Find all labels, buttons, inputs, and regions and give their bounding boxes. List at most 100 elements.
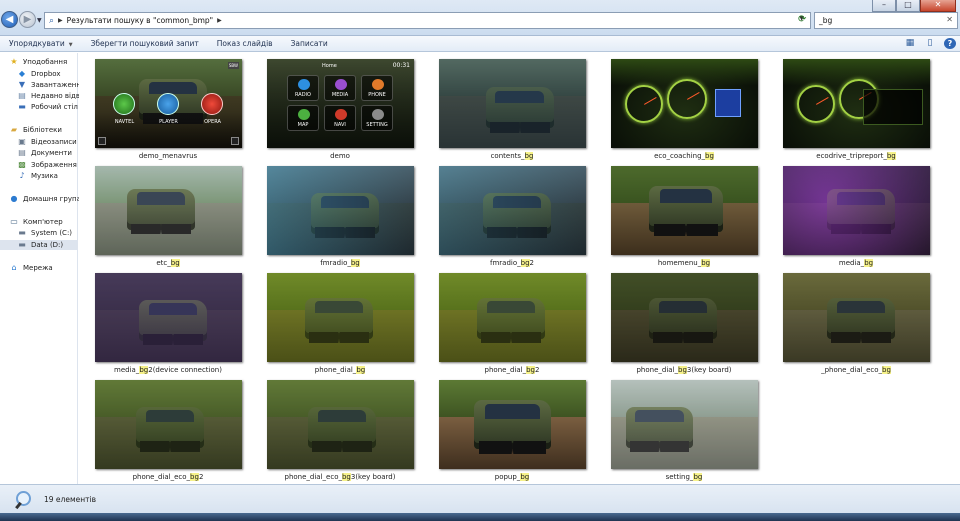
gauge-icon xyxy=(625,85,663,123)
search-value: _bg xyxy=(819,16,833,25)
file-name[interactable]: phone_dial_eco_bg2 xyxy=(83,473,253,481)
sidebar-item-music[interactable]: ♪ Музика xyxy=(17,171,58,181)
search-folder-icon: ⌕ xyxy=(49,15,55,26)
file-name[interactable]: phone_dial_eco_bg3(key board) xyxy=(255,473,425,481)
magnifier-icon xyxy=(14,490,32,508)
file-thumbnail[interactable]: NAVTEL PLAYER OPERA SBW xyxy=(95,59,242,148)
sidebar-item-documents[interactable]: ▤ Документи xyxy=(17,148,72,158)
file-list: NAVTEL PLAYER OPERA SBW demo_menavrus Ho… xyxy=(79,53,960,484)
file-thumbnail[interactable] xyxy=(611,273,758,362)
file-thumbnail[interactable] xyxy=(439,166,586,255)
address-toolbar: – □ ✕ ◀ ▶ ▼ ⌕ ▶ Результати пошуку в "com… xyxy=(0,0,960,36)
file-name[interactable]: fmradio_bg xyxy=(255,259,425,267)
file-thumbnail[interactable] xyxy=(611,59,758,148)
chevron-right-icon[interactable]: ▶ xyxy=(217,17,222,24)
file-thumbnail[interactable] xyxy=(95,273,242,362)
player-label: PLAYER xyxy=(159,119,178,125)
sidebar-item-dropbox[interactable]: ◆ Dropbox xyxy=(17,69,61,79)
item-count: 19 елементів xyxy=(44,494,96,504)
history-dropdown-icon[interactable]: ▼ xyxy=(37,17,42,24)
trip-report-panel xyxy=(863,89,923,125)
file-name[interactable]: phone_dial_bg3(key board) xyxy=(599,366,769,374)
gauge-icon xyxy=(667,79,707,119)
file-name[interactable]: setting_bg xyxy=(599,473,769,481)
network-icon: ⌂ xyxy=(11,263,17,272)
file-name[interactable]: etc_bg xyxy=(83,259,253,267)
details-pane: 19 елементів xyxy=(0,484,960,513)
sidebar-item-drive-c[interactable]: ▬ System (C:) xyxy=(17,228,72,238)
opera-icon xyxy=(201,93,223,115)
save-search-button[interactable]: Зберегти пошуковий запит xyxy=(82,39,208,48)
file-thumbnail[interactable] xyxy=(611,380,758,469)
file-thumbnail[interactable] xyxy=(783,59,930,148)
clear-search-icon[interactable]: ✕ xyxy=(946,15,953,24)
sidebar-item-homegroup[interactable]: ● Домашня група xyxy=(9,194,81,204)
file-thumbnail[interactable] xyxy=(95,166,242,255)
star-icon: ★ xyxy=(10,57,18,66)
display-panel xyxy=(715,89,741,117)
sidebar-item-videos[interactable]: ▣ Відеозаписи xyxy=(17,137,77,147)
radio-tile: RADIO xyxy=(287,75,319,101)
file-name[interactable]: media_bg xyxy=(771,259,941,267)
chevron-right-icon[interactable]: ▶ xyxy=(58,17,63,24)
gauge-icon xyxy=(797,85,835,123)
sidebar-item-network[interactable]: ⌂ Мережа xyxy=(9,263,52,273)
back-button[interactable]: ◀ xyxy=(1,11,18,28)
file-thumbnail[interactable] xyxy=(783,273,930,362)
file-name[interactable]: ecodrive_tripreport_bg xyxy=(771,152,941,160)
help-icon[interactable]: ? xyxy=(944,38,956,49)
minimize-button[interactable]: – xyxy=(872,0,896,12)
organize-button[interactable]: Упорядкувати ▼ xyxy=(0,39,82,48)
maximize-button[interactable]: □ xyxy=(896,0,920,12)
close-button[interactable]: ✕ xyxy=(920,0,956,12)
corner-label: SBW xyxy=(227,62,239,69)
address-bar[interactable]: ⌕ ▶ Результати пошуку в "common_bmp" ▶ ▼ xyxy=(44,12,811,29)
file-name[interactable]: media_bg2(device connection) xyxy=(83,366,253,374)
file-thumbnail[interactable] xyxy=(95,380,242,469)
file-thumbnail[interactable] xyxy=(611,166,758,255)
sidebar-item-downloads[interactable]: ▼ Завантаження xyxy=(17,80,85,90)
address-path[interactable]: Результати пошуку в "common_bmp" xyxy=(67,16,213,25)
sidebar-item-recent[interactable]: ▤ Недавно відві xyxy=(17,91,82,101)
sidebar-item-drive-d[interactable]: ▬ Data (D:) xyxy=(0,240,78,250)
refresh-icon[interactable]: ⟳ xyxy=(798,14,806,25)
burn-button[interactable]: Записати xyxy=(282,39,337,48)
sidebar-item-pictures[interactable]: ▩ Зображення xyxy=(17,160,77,170)
media-tile: MEDIA xyxy=(324,75,356,101)
file-name[interactable]: _phone_dial_eco_bg xyxy=(771,366,941,374)
player-icon xyxy=(157,93,179,115)
window-controls: – □ ✕ xyxy=(872,0,956,12)
home-label: Home xyxy=(322,63,337,69)
file-name[interactable]: demo_menavrus xyxy=(83,152,253,160)
file-thumbnail[interactable] xyxy=(439,380,586,469)
file-thumbnail[interactable] xyxy=(439,59,586,148)
computer-icon: ▭ xyxy=(10,217,18,226)
file-name[interactable]: phone_dial_bg2 xyxy=(427,366,597,374)
sidebar-item-libraries[interactable]: ▰ Бібліотеки xyxy=(9,125,62,135)
file-thumbnail[interactable]: Home 00:31 RADIO MEDIA PHONE MAP NAVI SE… xyxy=(267,59,414,148)
recent-places-icon: ▤ xyxy=(18,91,26,100)
slideshow-button[interactable]: Показ слайдів xyxy=(208,39,282,48)
video-icon: ▣ xyxy=(18,137,26,146)
file-thumbnail[interactable] xyxy=(783,166,930,255)
file-name[interactable]: eco_coaching_bg xyxy=(599,152,769,160)
search-input[interactable]: _bg ✕ xyxy=(814,12,958,29)
file-name[interactable]: contents_bg xyxy=(427,152,597,160)
file-name[interactable]: demo xyxy=(255,152,425,160)
file-name[interactable]: phone_dial_bg xyxy=(255,366,425,374)
file-thumbnail[interactable] xyxy=(267,380,414,469)
file-name[interactable]: popup_bg xyxy=(427,473,597,481)
change-view-icon[interactable]: ▦ xyxy=(904,38,916,49)
forward-button[interactable]: ▶ xyxy=(19,11,36,28)
file-thumbnail[interactable] xyxy=(267,166,414,255)
sidebar-item-desktop[interactable]: ▬ Робочий стіл xyxy=(17,102,78,112)
navigation-pane: ★ Уподобання ◆ Dropbox ▼ Завантаження ▤ Неда… xyxy=(0,53,85,484)
sidebar-item-computer[interactable]: ▭ Комп'ютер xyxy=(9,217,63,227)
file-name[interactable]: fmradio_bg2 xyxy=(427,259,597,267)
file-thumbnail[interactable] xyxy=(267,273,414,362)
library-icon: ▰ xyxy=(10,125,18,134)
preview-pane-icon[interactable]: ▯ xyxy=(924,38,936,49)
file-name[interactable]: homemenu_bg xyxy=(599,259,769,267)
file-thumbnail[interactable] xyxy=(439,273,586,362)
sidebar-item-favorites[interactable]: ★ Уподобання xyxy=(9,57,67,67)
